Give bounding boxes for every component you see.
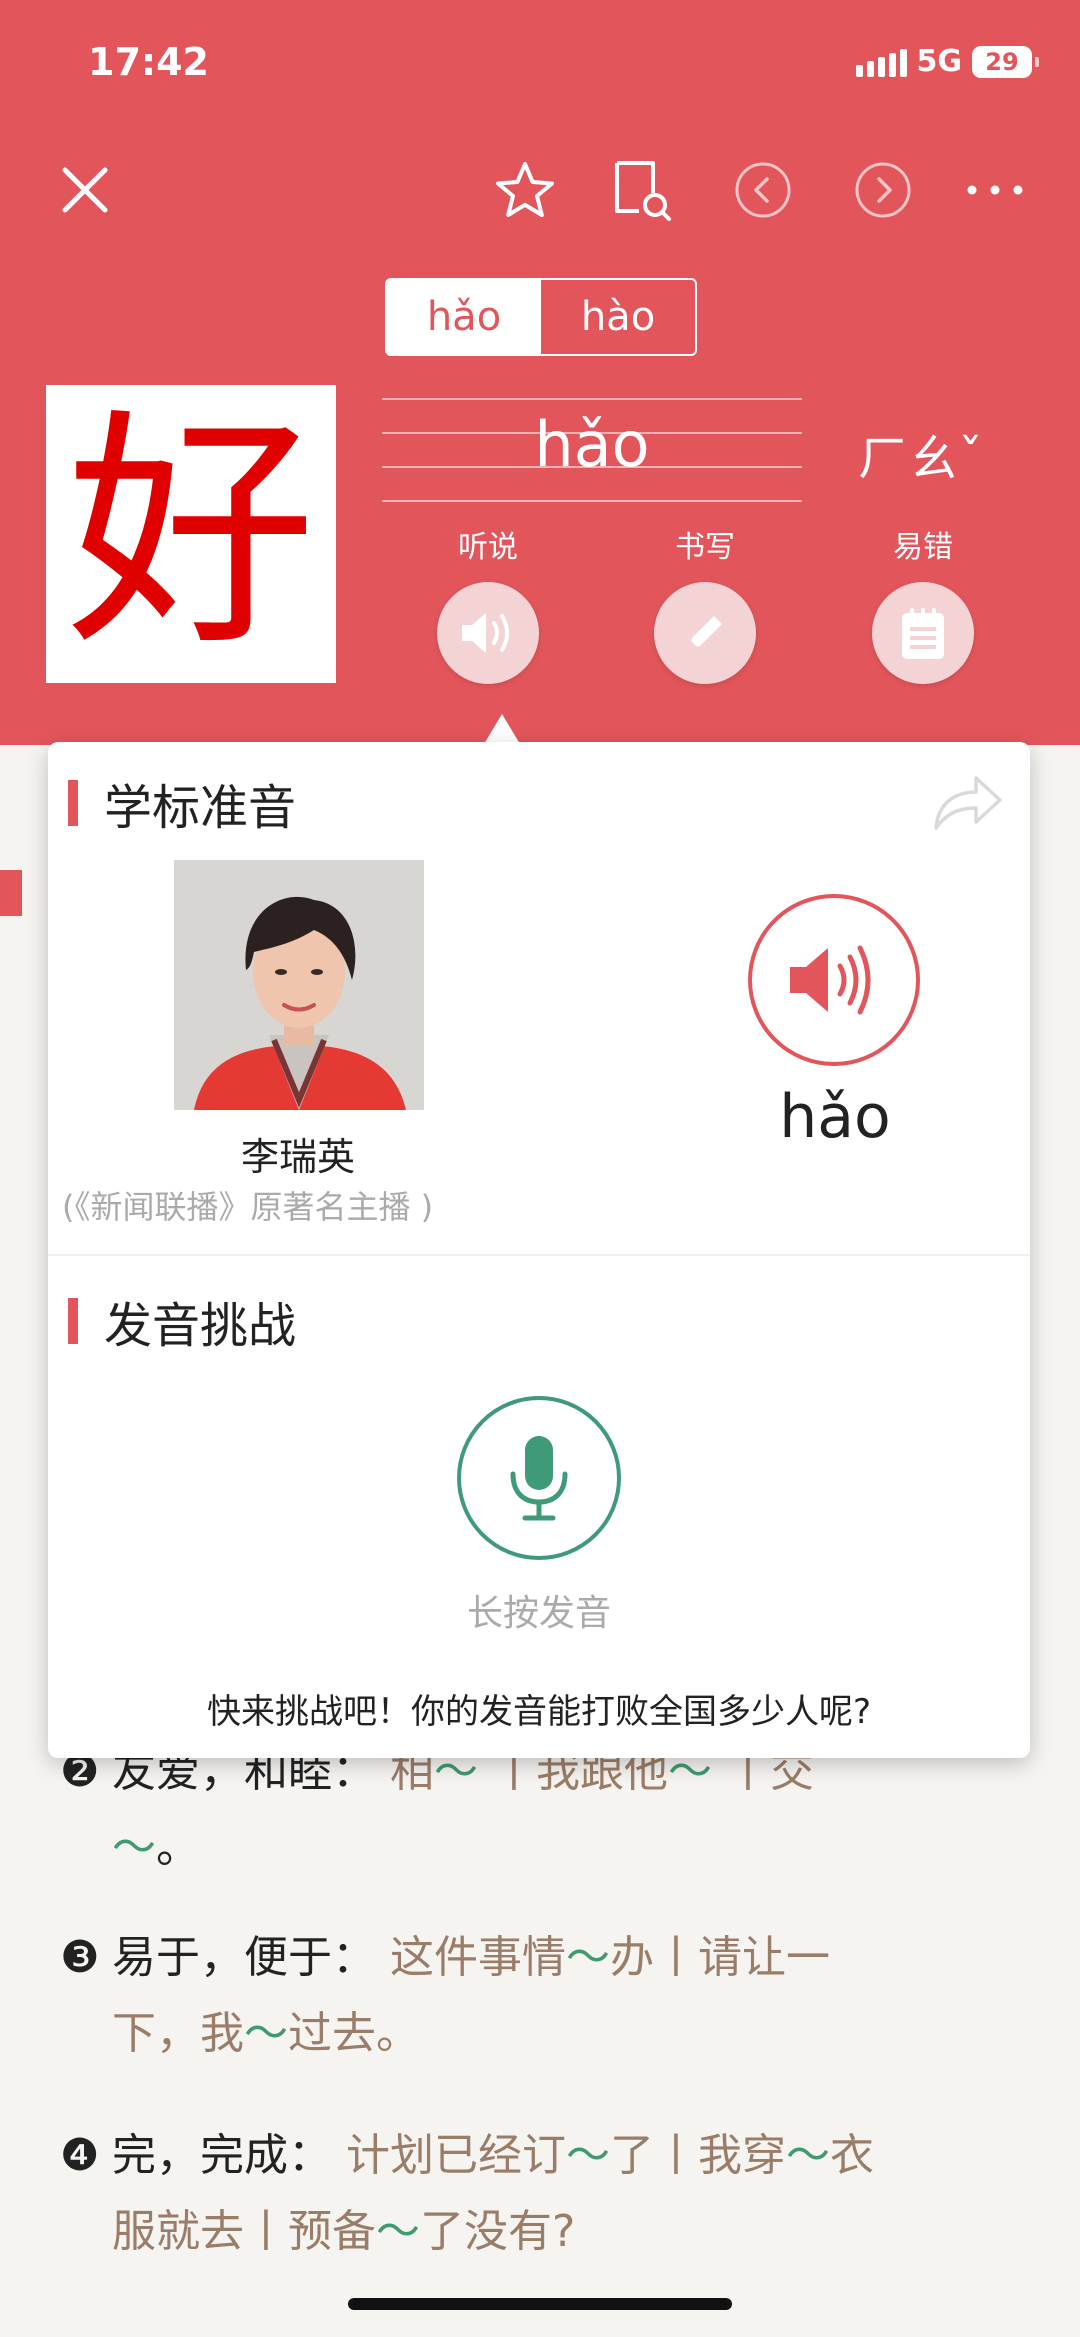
feature-listen-label: 听说: [458, 530, 518, 565]
definition-4-example: 了丨我穿: [610, 2130, 786, 2181]
tilde: ～: [566, 1932, 610, 1983]
definition-3-example: 这件事情: [390, 1932, 566, 1983]
close-button[interactable]: [50, 155, 120, 225]
definition-3: ❸ 易于，便于： 这件事情～办丨请让一 下，我～过去。: [60, 1920, 1040, 2072]
speaker-icon: [790, 945, 871, 1015]
feature-mistakes-button[interactable]: [872, 582, 974, 684]
home-indicator[interactable]: [348, 2298, 732, 2310]
chevron-left-icon: [735, 162, 791, 218]
definition-3-example: 办丨请让一: [610, 1932, 830, 1983]
tilde: ～: [112, 1822, 156, 1873]
feature-write-label: 书写: [675, 530, 735, 565]
definition-4-example: 了没有?: [420, 2206, 576, 2257]
book-search-icon: [615, 161, 671, 221]
feature-listen[interactable]: 听说: [428, 522, 548, 684]
favorite-button[interactable]: [490, 155, 560, 225]
tone-option-hao4[interactable]: hào: [541, 280, 695, 354]
feature-write-button[interactable]: [654, 582, 756, 684]
previous-button[interactable]: [728, 155, 798, 225]
more-icon: [967, 185, 1023, 195]
title-bar: [68, 1298, 78, 1344]
popup-pointer: [484, 714, 520, 744]
zhuyin-text: ㄏㄠˇ: [858, 429, 983, 487]
feature-write[interactable]: 书写: [645, 522, 765, 684]
record-button[interactable]: [457, 1396, 621, 1560]
play-pronunciation-button[interactable]: [748, 894, 920, 1066]
definition-3-example: 下，我: [112, 2008, 244, 2059]
character-box[interactable]: 好: [46, 385, 336, 683]
microphone-icon: [510, 1436, 568, 1521]
tone-option-hao3[interactable]: hǎo: [387, 280, 541, 354]
definition-4-example: 服就去丨预备: [112, 2206, 376, 2257]
pronunciation-popup: 学标准音 李瑞英 (《新闻联播》原著名主播 ) hǎo 发音挑战 长按发音 快来…: [48, 742, 1030, 1758]
challenge-section-title: 发音挑战: [68, 1286, 296, 1356]
play-pinyin: hǎo: [779, 1082, 891, 1152]
tilde: ～: [376, 2206, 420, 2257]
pencil-icon: [688, 616, 722, 650]
share-button[interactable]: [930, 766, 1006, 840]
challenge-prompt: 快来挑战吧！你的发音能打败全国多少人呢?: [206, 1692, 872, 1732]
definition-2-end: 。: [156, 1822, 200, 1873]
tone-selector: hǎo hào: [385, 278, 697, 356]
notebook-icon: [902, 608, 944, 659]
header: 17:42 5G 29 hǎo hào 好 hǎo ㄏㄠˇ 听说 书写 易错: [0, 0, 1080, 745]
status-time: 17:42: [88, 40, 209, 84]
speaker-icon: [462, 613, 509, 653]
definition-4-number: ❹: [60, 2130, 100, 2181]
definition-4: ❹ 完，完成： 计划已经订～了丨我穿～衣 服就去丨预备～了没有?: [60, 2118, 1040, 2270]
challenge-title-text: 发音挑战: [104, 1298, 297, 1354]
definition-3-example: 过去。: [288, 2008, 420, 2059]
feature-mistakes[interactable]: 易错: [863, 522, 983, 684]
definition-3-gloss: 易于，便于：: [112, 1932, 376, 1983]
anchor-name: 李瑞英: [240, 1135, 355, 1179]
standard-title-text: 学标准音: [104, 780, 297, 836]
pinyin-text: hǎo: [534, 408, 650, 481]
tilde: ～: [244, 2008, 288, 2059]
definition-4-example: 衣: [830, 2130, 874, 2181]
definition-3-number: ❸: [60, 1932, 100, 1983]
battery-icon: 29: [972, 45, 1039, 78]
character-glyph: 好: [66, 388, 316, 679]
signal-icon: [855, 47, 907, 77]
star-icon: [496, 162, 554, 217]
next-button[interactable]: [848, 155, 918, 225]
close-icon: [62, 167, 108, 213]
network-type: 5G: [916, 44, 963, 79]
tilde: ～: [566, 2130, 610, 2181]
feature-mistakes-label: 易错: [893, 530, 953, 565]
anchor-photo: [174, 860, 424, 1110]
definition-4-example: 计划已经订: [346, 2130, 566, 2181]
definition-4-gloss: 完，完成：: [112, 2130, 332, 2181]
status-indicators: 5G 29: [855, 44, 1039, 79]
section-marker: [0, 870, 22, 916]
anchor-description: (《新闻联播》原著名主播 ): [62, 1188, 434, 1226]
section-divider: [48, 1254, 1030, 1256]
book-search-button[interactable]: [607, 155, 677, 225]
standard-section-title: 学标准音: [68, 768, 296, 838]
tilde: ～: [786, 2130, 830, 2181]
battery-level: 29: [985, 47, 1019, 76]
title-bar: [68, 780, 78, 826]
anchor-portrait: [174, 860, 424, 1110]
share-icon: [934, 776, 1002, 830]
record-hint: 长按发音: [466, 1593, 611, 1634]
chevron-right-icon: [855, 162, 911, 218]
more-button[interactable]: [960, 155, 1030, 225]
feature-listen-button[interactable]: [437, 582, 539, 684]
